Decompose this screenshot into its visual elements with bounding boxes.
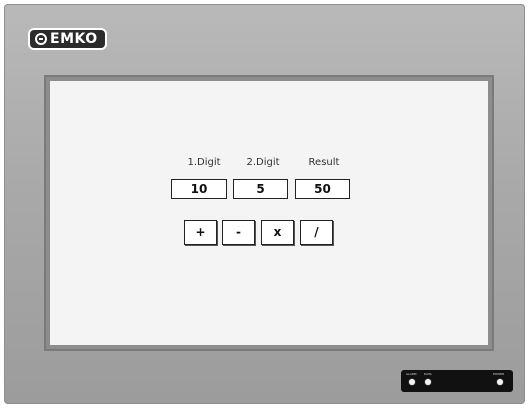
add-button[interactable]: + xyxy=(184,220,217,245)
data-led-caption: DATA xyxy=(424,372,432,376)
result-label: Result xyxy=(308,157,340,168)
digit2-label: 2.Digit xyxy=(246,157,280,168)
subtract-button[interactable]: - xyxy=(222,220,255,245)
digit1-field[interactable]: 10 xyxy=(171,179,227,199)
digit2-field[interactable]: 5 xyxy=(233,179,288,199)
digit1-label: 1.Digit xyxy=(187,157,221,168)
power-led-icon xyxy=(497,379,503,385)
data-led-icon xyxy=(425,379,431,385)
alarm-led-caption: ALARM xyxy=(406,372,417,376)
brand-name: EMKO xyxy=(50,31,98,47)
divide-button[interactable]: / xyxy=(300,220,333,245)
brand-logo: EMKO xyxy=(28,28,107,50)
hmi-device-bezel: EMKO 1.Digit 2.Digit Result 10 5 50 + - … xyxy=(4,4,525,404)
alarm-led-icon xyxy=(409,379,415,385)
emko-logo-icon xyxy=(35,33,47,45)
status-led-panel: ALARM DATA POWER xyxy=(401,370,513,392)
result-field: 50 xyxy=(295,179,350,199)
touch-screen: 1.Digit 2.Digit Result 10 5 50 + - x / xyxy=(50,81,488,345)
power-led-caption: POWER xyxy=(493,372,505,376)
multiply-button[interactable]: x xyxy=(261,220,294,245)
